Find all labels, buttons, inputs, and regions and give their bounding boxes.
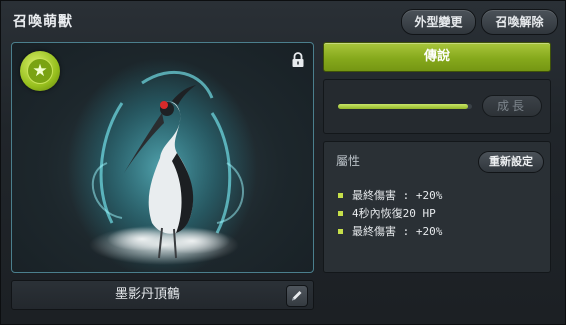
stat-item: 4秒內恢復20 HP xyxy=(338,205,442,223)
reset-attributes-button[interactable]: 重新設定 xyxy=(478,151,544,173)
stat-text: 4秒內恢復20 HP xyxy=(352,207,436,220)
change-appearance-button[interactable]: 外型變更 xyxy=(401,9,476,35)
grow-button[interactable]: 成長 xyxy=(482,95,542,117)
star-icon: ★ xyxy=(20,51,60,91)
bullet-icon xyxy=(338,229,343,234)
bullet-icon xyxy=(338,193,343,198)
stat-item: 最終傷害 : +20% xyxy=(338,187,442,205)
rename-button[interactable] xyxy=(286,285,308,307)
stat-text: 最終傷害 : +20% xyxy=(352,225,443,238)
stat-list: 最終傷害 : +20% 4秒內恢復20 HP 最終傷害 : +20% xyxy=(338,187,442,241)
bullet-icon xyxy=(338,211,343,216)
pet-name-bar: 墨影丹頂鶴 xyxy=(11,280,314,310)
pet-portrait-panel: ★ xyxy=(11,42,314,273)
attributes-panel: 屬性 重新設定 最終傷害 : +20% 4秒內恢復20 HP 最終傷害 : +2… xyxy=(323,141,551,273)
pencil-icon xyxy=(292,291,302,301)
grade-button[interactable]: 傳說 xyxy=(323,42,551,72)
attributes-title: 屬性 xyxy=(336,154,361,168)
stat-text: 最終傷害 : +20% xyxy=(352,189,443,202)
window-title: 召喚萌獸 xyxy=(13,14,73,30)
pet-window: 召喚萌獸 外型變更 召喚解除 ★ 墨影丹頂鶴 傳說 成長 屬性 重新設定 最終傷… xyxy=(0,0,566,325)
lock-icon[interactable] xyxy=(291,52,305,68)
pet-name: 墨影丹頂鶴 xyxy=(114,287,180,302)
growth-progress-fill xyxy=(338,104,468,109)
stat-item: 最終傷害 : +20% xyxy=(338,223,442,241)
release-pet-button[interactable]: 召喚解除 xyxy=(481,9,558,35)
growth-panel: 成長 xyxy=(323,79,551,134)
growth-progress-bar xyxy=(338,104,472,109)
